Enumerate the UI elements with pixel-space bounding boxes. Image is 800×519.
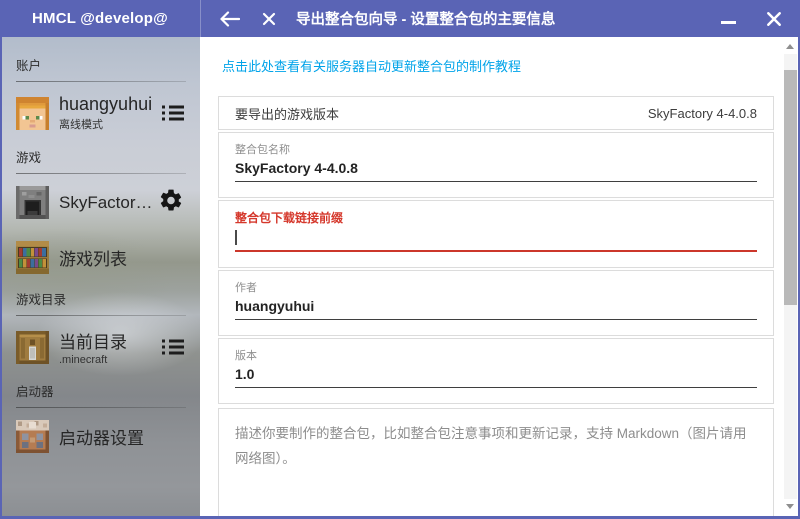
section-launcher-label: 启动器 — [16, 381, 186, 400]
close-icon — [766, 11, 782, 27]
titlebar: HMCL @develop@ 导出整合包向导 - 设置整合包的主要信息 — [0, 0, 800, 37]
titlebar-divider — [200, 0, 201, 37]
account-name: huangyuhui — [59, 94, 152, 115]
avatar — [16, 97, 49, 130]
wizard-content: 点击此处查看有关服务器自动更新整合包的制作教程 要导出的游戏版本 SkyFact… — [200, 37, 783, 516]
current-directory-item[interactable]: 当前目录 .minecraft — [16, 328, 186, 366]
furnace-icon — [16, 186, 49, 219]
modpack-version-input[interactable]: 1.0 — [235, 363, 757, 388]
section-game-label: 游戏 — [16, 147, 186, 166]
text-cursor — [235, 230, 237, 245]
scrollbar — [783, 37, 798, 516]
modpack-version-label: 版本 — [235, 347, 757, 363]
back-button[interactable] — [217, 7, 241, 31]
section-divider — [16, 315, 186, 316]
launcher-settings-label: 启动器设置 — [59, 424, 144, 449]
profile-name: SkyFactor… — [59, 193, 153, 213]
description-field: 描述你要制作的整合包，比如整合包注意事项和更新记录，支持 Markdown（图片… — [218, 408, 774, 516]
section-account-label: 账户 — [16, 55, 186, 74]
game-version-value: SkyFactory 4-4.0.8 — [648, 106, 757, 121]
author-label: 作者 — [235, 279, 757, 295]
directory-menu-button[interactable] — [162, 340, 184, 355]
section-divider — [16, 173, 186, 174]
description-input[interactable]: 描述你要制作的整合包，比如整合包注意事项和更新记录，支持 Markdown（图片… — [235, 421, 757, 471]
page-title: 导出整合包向导 - 设置整合包的主要信息 — [296, 8, 555, 29]
close-wizard-icon — [262, 12, 276, 26]
section-directory-label: 游戏目录 — [16, 289, 186, 308]
minimize-icon — [721, 21, 736, 24]
bookshelf-icon — [16, 241, 49, 274]
list-icon — [162, 106, 184, 109]
modpack-name-input[interactable]: SkyFactory 4-4.0.8 — [235, 157, 757, 182]
scroll-thumb[interactable] — [784, 70, 797, 305]
author-field: 作者 huangyuhui — [218, 270, 774, 336]
account-mode: 离线模式 — [59, 116, 152, 132]
author-input[interactable]: huangyuhui — [235, 295, 757, 320]
game-version-card: 要导出的游戏版本 SkyFactory 4-4.0.8 — [218, 96, 774, 130]
section-divider — [16, 407, 186, 408]
command-block-icon — [16, 420, 49, 453]
modpack-name-label: 整合包名称 — [235, 141, 757, 157]
game-list-item[interactable]: 游戏列表 — [16, 241, 186, 274]
minimize-button[interactable] — [716, 7, 740, 31]
download-url-input[interactable] — [235, 226, 757, 252]
sidebar: 账户 huangyuhui 离线模式 — [2, 37, 200, 516]
profile-settings-button[interactable] — [158, 187, 184, 218]
modpack-name-field: 整合包名称 SkyFactory 4-4.0.8 — [218, 132, 774, 198]
section-divider — [16, 81, 186, 82]
close-button[interactable] — [762, 7, 786, 31]
game-list-label: 游戏列表 — [59, 245, 127, 270]
current-directory-label: 当前目录 — [59, 328, 127, 353]
back-arrow-icon — [219, 11, 240, 27]
hmcl-window: HMCL @develop@ 导出整合包向导 - 设置整合包的主要信息 账户 — [0, 0, 800, 519]
download-url-field: 整合包下载链接前缀 — [218, 200, 774, 268]
download-url-label: 整合包下载链接前缀 — [235, 209, 757, 226]
scroll-down-button[interactable] — [786, 504, 794, 509]
directory-path: .minecraft — [59, 354, 127, 366]
account-item[interactable]: huangyuhui 离线模式 — [16, 94, 186, 132]
app-title: HMCL @develop@ — [0, 10, 200, 27]
profile-item[interactable]: SkyFactor… — [16, 186, 186, 219]
cancel-wizard-button[interactable] — [258, 8, 280, 30]
scroll-up-button[interactable] — [786, 44, 794, 49]
gear-icon — [158, 187, 184, 213]
tutorial-link[interactable]: 点击此处查看有关服务器自动更新整合包的制作教程 — [222, 56, 521, 75]
main-pane: 点击此处查看有关服务器自动更新整合包的制作教程 要导出的游戏版本 SkyFact… — [200, 37, 798, 516]
modpack-version-field: 版本 1.0 — [218, 338, 774, 404]
account-menu-button[interactable] — [162, 106, 184, 121]
launcher-settings-item[interactable]: 启动器设置 — [16, 420, 186, 453]
game-version-label: 要导出的游戏版本 — [235, 104, 339, 123]
chest-icon — [16, 331, 49, 364]
list-icon — [162, 340, 184, 343]
